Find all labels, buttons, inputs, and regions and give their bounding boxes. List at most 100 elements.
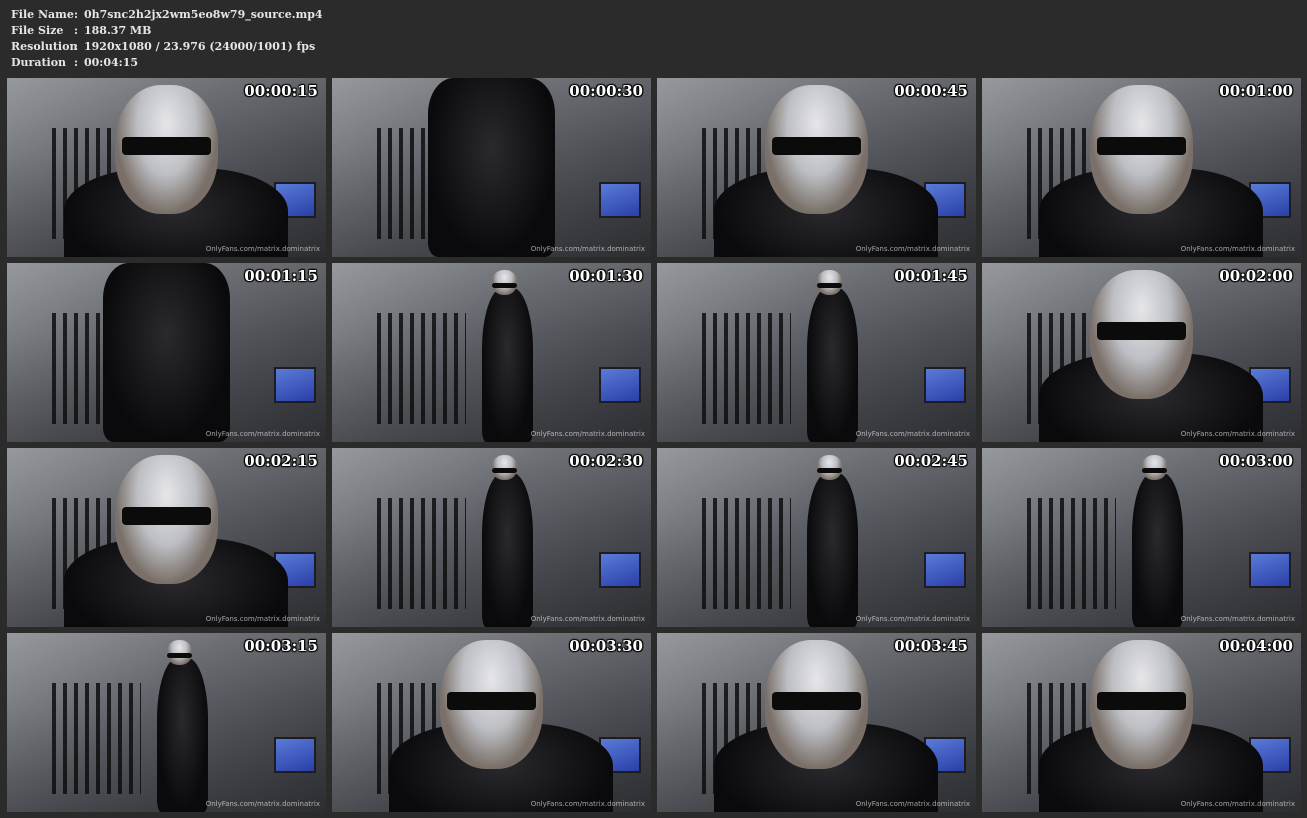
rack (51, 683, 141, 795)
thumbnail[interactable]: 00:03:15 OnlyFans.com/matrix.dominatrix (7, 633, 326, 812)
rack (1026, 498, 1116, 610)
sunglasses (771, 137, 862, 155)
thumbnail[interactable]: 00:02:30 OnlyFans.com/matrix.dominatrix (332, 448, 651, 627)
sunglasses (1141, 467, 1168, 474)
timestamp: 00:03:00 (1219, 452, 1293, 470)
thumbnail[interactable]: 00:03:30 OnlyFans.com/matrix.dominatrix (332, 633, 651, 812)
separator: : (74, 24, 79, 37)
file-name-label: File Name (11, 8, 74, 21)
figure (1131, 473, 1183, 627)
rack (701, 313, 791, 425)
timestamp: 00:03:30 (569, 637, 643, 655)
thumbnail[interactable]: 00:01:00 OnlyFans.com/matrix.dominatrix (982, 78, 1301, 257)
resolution-value: 1920x1080 / 23.976 (24000/1001) fps (84, 40, 316, 53)
sunglasses (1096, 322, 1187, 340)
file-name-value: 0h7snc2h2jx2wm5eo8w79_source.mp4 (84, 8, 323, 21)
watermark: OnlyFans.com/matrix.dominatrix (205, 800, 320, 808)
watermark: OnlyFans.com/matrix.dominatrix (855, 245, 970, 253)
thumbnail[interactable]: 00:04:00 OnlyFans.com/matrix.dominatrix (982, 633, 1301, 812)
sunglasses (771, 692, 862, 710)
sunglasses (816, 467, 843, 474)
watermark: OnlyFans.com/matrix.dominatrix (205, 615, 320, 623)
file-size-row: File Size : 188.37 MB (11, 23, 323, 39)
watermark: OnlyFans.com/matrix.dominatrix (1180, 245, 1295, 253)
timestamp: 00:03:15 (244, 637, 318, 655)
thumbnail[interactable]: 00:01:45 OnlyFans.com/matrix.dominatrix (657, 263, 976, 442)
monitor (924, 366, 967, 404)
sunglasses (491, 467, 518, 474)
timestamp: 00:00:15 (244, 82, 318, 100)
separator: : (74, 40, 79, 53)
figure (806, 473, 858, 627)
file-size-value: 188.37 MB (84, 24, 152, 37)
timestamp: 00:02:30 (569, 452, 643, 470)
figure (427, 78, 556, 257)
file-name-row: File Name : 0h7snc2h2jx2wm5eo8w79_source… (11, 7, 323, 23)
watermark: OnlyFans.com/matrix.dominatrix (855, 615, 970, 623)
thumbnail[interactable]: 00:01:15 OnlyFans.com/matrix.dominatrix (7, 263, 326, 442)
monitor (599, 181, 642, 219)
watermark: OnlyFans.com/matrix.dominatrix (530, 800, 645, 808)
sunglasses (1096, 137, 1187, 155)
watermark: OnlyFans.com/matrix.dominatrix (205, 430, 320, 438)
separator: : (74, 56, 79, 69)
watermark: OnlyFans.com/matrix.dominatrix (530, 245, 645, 253)
sunglasses (121, 137, 212, 155)
timestamp: 00:01:15 (244, 267, 318, 285)
monitor (274, 736, 317, 774)
sunglasses (816, 282, 843, 289)
timestamp: 00:02:00 (1219, 267, 1293, 285)
thumbnail[interactable]: 00:02:45 OnlyFans.com/matrix.dominatrix (657, 448, 976, 627)
watermark: OnlyFans.com/matrix.dominatrix (530, 615, 645, 623)
watermark: OnlyFans.com/matrix.dominatrix (1180, 430, 1295, 438)
monitor (1249, 551, 1292, 589)
rack (376, 498, 466, 610)
thumbnail[interactable]: 00:03:00 OnlyFans.com/matrix.dominatrix (982, 448, 1301, 627)
timestamp: 00:01:45 (894, 267, 968, 285)
file-size-label: File Size (11, 24, 64, 37)
rack (376, 313, 466, 425)
thumbnail[interactable]: 00:02:15 OnlyFans.com/matrix.dominatrix (7, 448, 326, 627)
timestamp: 00:03:45 (894, 637, 968, 655)
watermark: OnlyFans.com/matrix.dominatrix (530, 430, 645, 438)
thumbnail[interactable]: 00:03:45 OnlyFans.com/matrix.dominatrix (657, 633, 976, 812)
timestamp: 00:00:45 (894, 82, 968, 100)
duration-value: 00:04:15 (84, 56, 139, 69)
watermark: OnlyFans.com/matrix.dominatrix (1180, 800, 1295, 808)
monitor (274, 366, 317, 404)
monitor (599, 551, 642, 589)
sunglasses (166, 652, 193, 659)
figure (102, 263, 231, 442)
thumbnail[interactable]: 00:00:45 OnlyFans.com/matrix.dominatrix (657, 78, 976, 257)
thumbnail[interactable]: 00:02:00 OnlyFans.com/matrix.dominatrix (982, 263, 1301, 442)
separator: : (74, 8, 79, 21)
duration-label: Duration (11, 56, 67, 69)
sunglasses (1096, 692, 1187, 710)
timestamp: 00:01:30 (569, 267, 643, 285)
timestamp: 00:04:00 (1219, 637, 1293, 655)
thumbnail-grid: 00:00:15 OnlyFans.com/matrix.dominatrix … (7, 78, 1301, 812)
timestamp: 00:01:00 (1219, 82, 1293, 100)
sunglasses (121, 507, 212, 525)
timestamp: 00:00:30 (569, 82, 643, 100)
resolution-row: Resolution : 1920x1080 / 23.976 (24000/1… (11, 39, 323, 55)
thumbnail[interactable]: 00:01:30 OnlyFans.com/matrix.dominatrix (332, 263, 651, 442)
monitor (924, 551, 967, 589)
figure (481, 288, 533, 442)
figure (156, 658, 208, 812)
sunglasses (491, 282, 518, 289)
timestamp: 00:02:15 (244, 452, 318, 470)
watermark: OnlyFans.com/matrix.dominatrix (1180, 615, 1295, 623)
file-info-panel: File Name : 0h7snc2h2jx2wm5eo8w79_source… (11, 7, 323, 71)
sunglasses (446, 692, 537, 710)
monitor (599, 366, 642, 404)
resolution-label: Resolution (11, 40, 78, 53)
watermark: OnlyFans.com/matrix.dominatrix (855, 800, 970, 808)
watermark: OnlyFans.com/matrix.dominatrix (205, 245, 320, 253)
rack (701, 498, 791, 610)
figure (481, 473, 533, 627)
figure (806, 288, 858, 442)
timestamp: 00:02:45 (894, 452, 968, 470)
thumbnail[interactable]: 00:00:15 OnlyFans.com/matrix.dominatrix (7, 78, 326, 257)
thumbnail[interactable]: 00:00:30 OnlyFans.com/matrix.dominatrix (332, 78, 651, 257)
